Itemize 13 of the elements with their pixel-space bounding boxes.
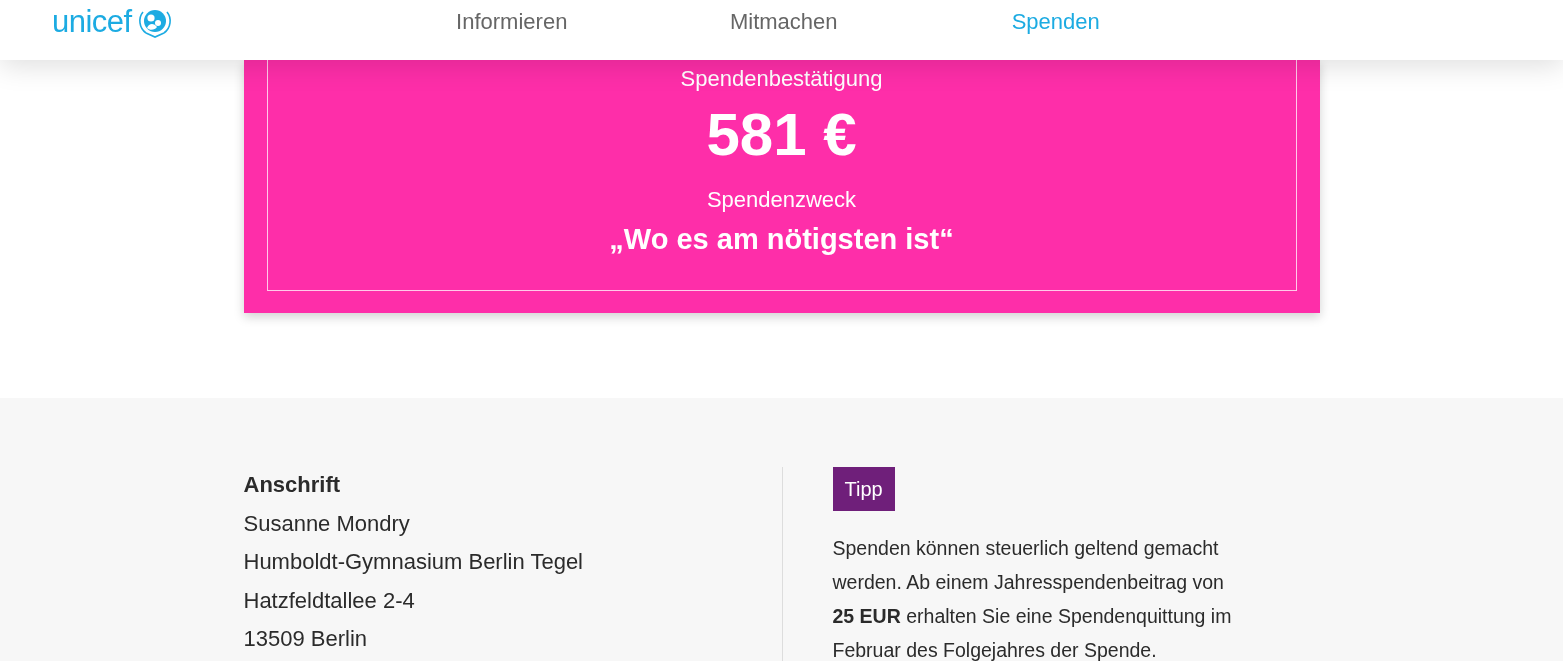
nav-link[interactable]: Mitmachen: [729, 9, 838, 35]
address-line: Susanne Mondry: [243, 510, 410, 537]
address-line: Hatzfeldtallee 2-4: [243, 587, 415, 614]
tip-paragraph: Spenden können steuerlich geltend gemacht werden. Ab einem Jahresspendenbeitrag von 25 EUR erhalten Sie eine Spendenquittung im Februar des Folgejahres der Spende.: [832, 536, 1233, 661]
address-line: Humboldt-Gymnasium Berlin Tegel: [243, 549, 583, 575]
nav-link[interactable]: Informieren: [456, 9, 568, 35]
address-heading: Anschrift: [243, 472, 341, 498]
donation-amount: 581 €: [705, 100, 858, 170]
address-line: 13509 Berlin: [243, 626, 368, 652]
purpose-label: Spendenzweck: [705, 187, 858, 213]
purpose-text: „Wo es am nötigsten ist“: [608, 222, 955, 257]
tip-badge: Tipp: [832, 467, 895, 511]
card-title: Spendenbestätigung: [679, 66, 884, 92]
